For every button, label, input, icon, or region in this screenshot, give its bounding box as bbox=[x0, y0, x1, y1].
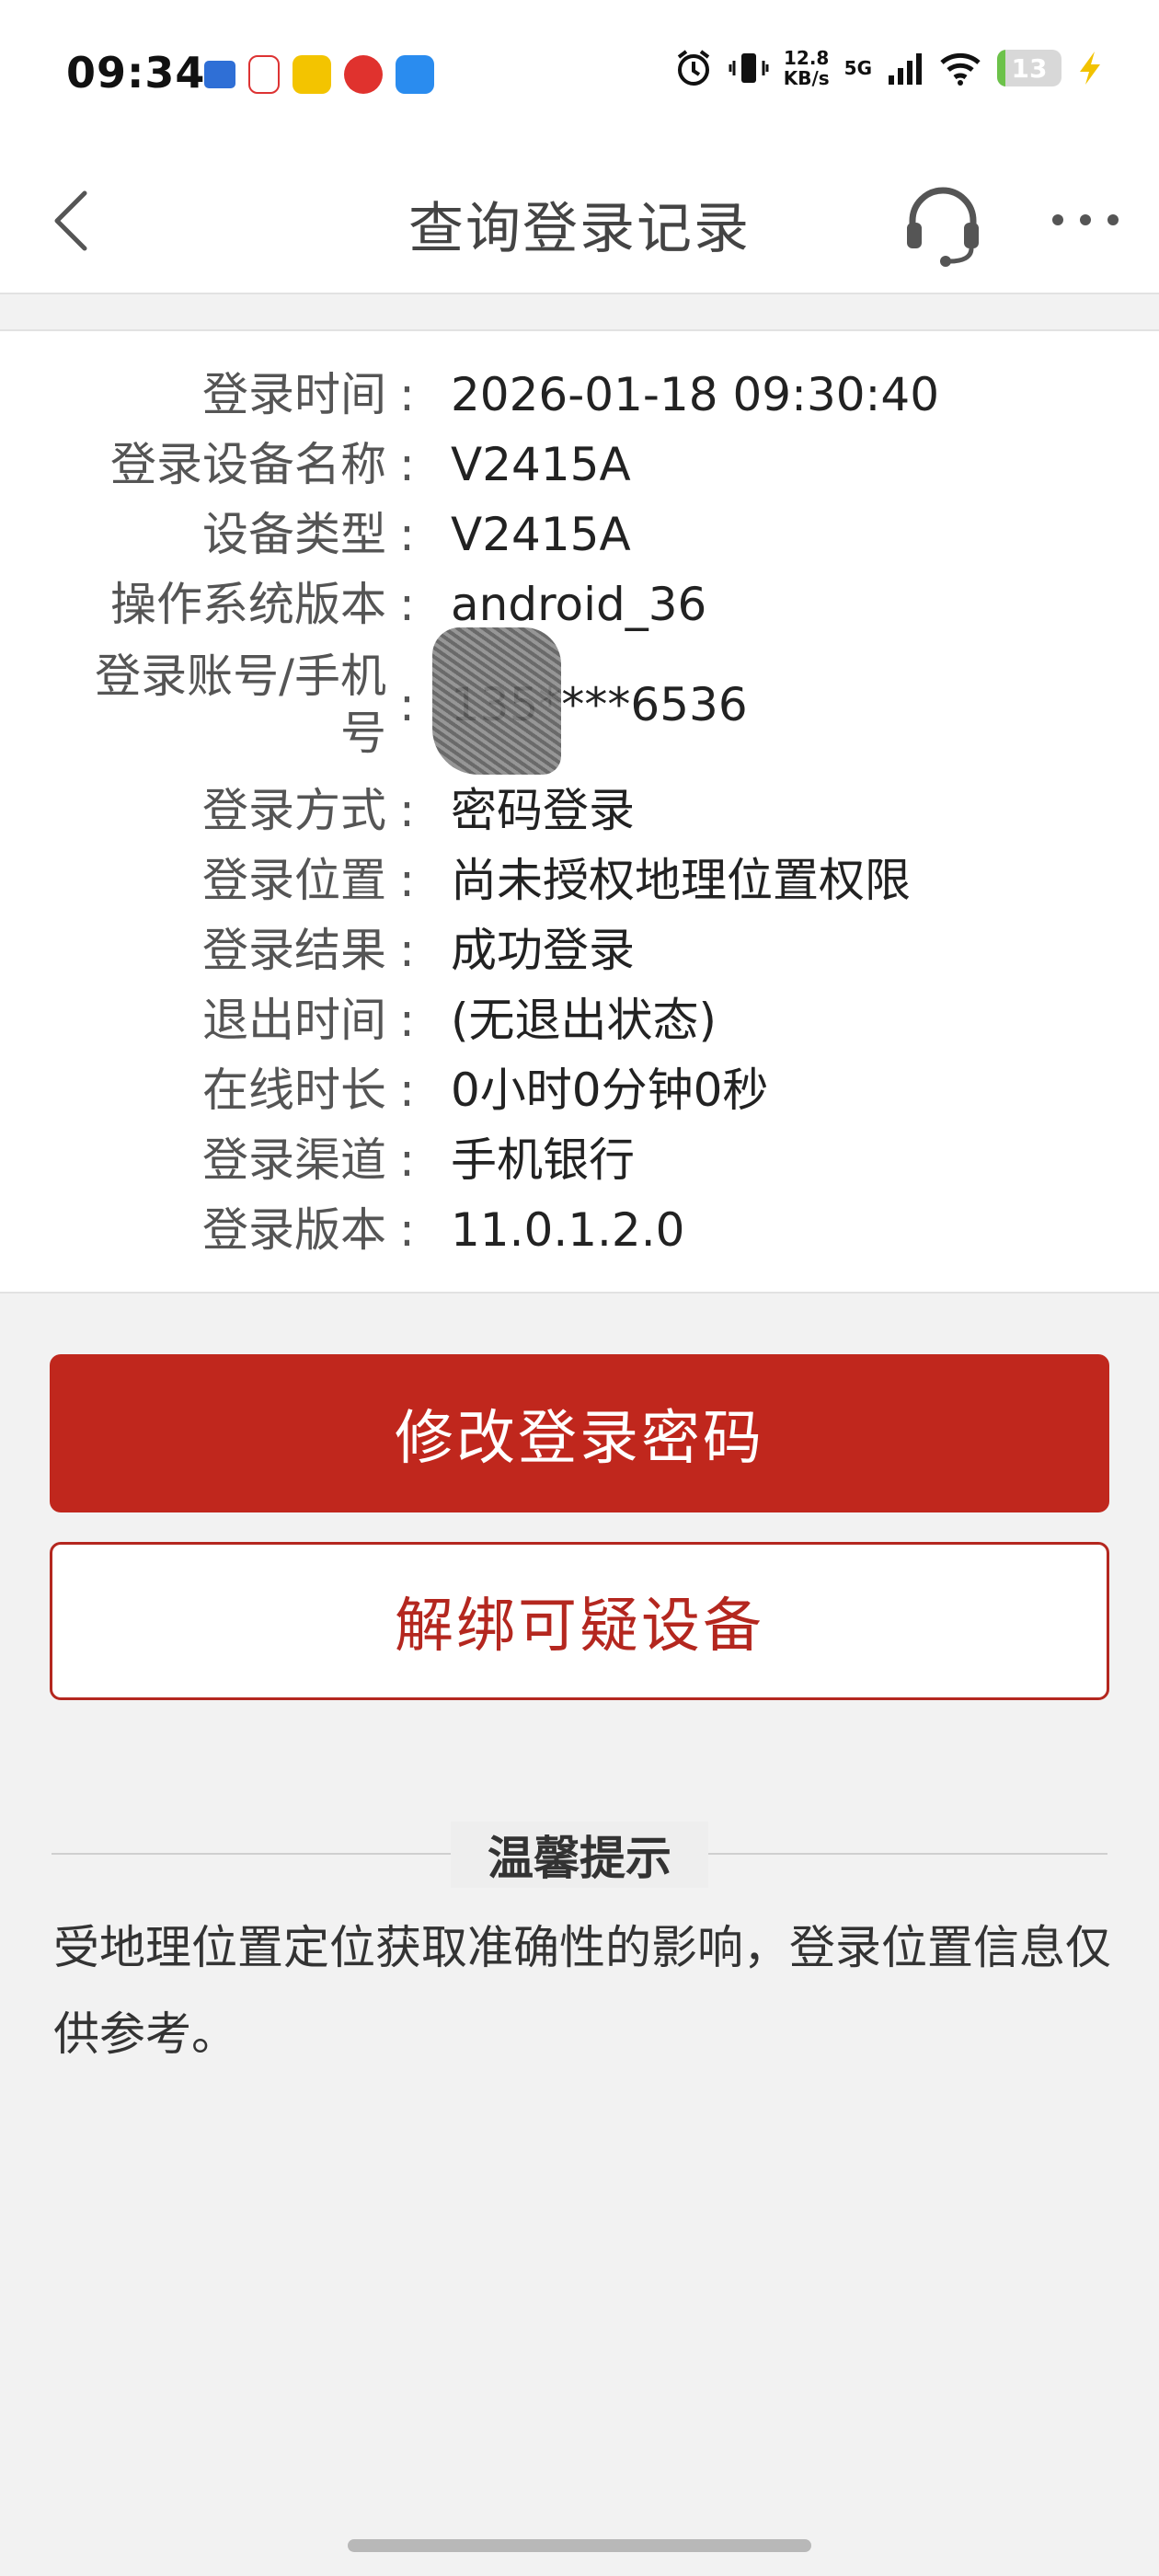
info-label: 登录方式 bbox=[202, 784, 386, 837]
unbind-device-button[interactable]: 解绑可疑设备 bbox=[50, 1542, 1109, 1700]
info-row-device-type: 设备类型 : V2415A bbox=[0, 506, 1159, 563]
info-row-login-version: 登录版本 : 11.0.1.2.0 bbox=[0, 1202, 1159, 1259]
info-colon: : bbox=[399, 508, 415, 561]
info-value: 密码登录 bbox=[451, 784, 635, 837]
info-value: 成功登录 bbox=[451, 924, 635, 977]
info-value: 手机银行 bbox=[451, 1133, 635, 1187]
info-row-online-duration: 在线时长 : 0小时0分钟0秒 bbox=[0, 1062, 1159, 1119]
charging-icon bbox=[1076, 50, 1104, 86]
redaction-scribble bbox=[432, 627, 561, 775]
info-row-login-method: 登录方式 : 密码登录 bbox=[0, 782, 1159, 839]
network-type: 5G bbox=[843, 57, 872, 79]
info-label: 操作系统版本 bbox=[110, 578, 386, 631]
info-value: V2415A bbox=[451, 508, 631, 561]
battery-icon: 13 bbox=[997, 50, 1061, 86]
info-label: 登录结果 bbox=[202, 924, 386, 977]
info-colon: : bbox=[399, 784, 415, 837]
app-notification-icon bbox=[248, 55, 280, 94]
info-row-account: 登录账号/手机号 : 135****6536 bbox=[0, 648, 1159, 762]
page: 09:34 12.8 KB/s 5G 13 查询登录记录 登录时间: 2026… bbox=[0, 0, 1159, 2576]
info-value: android_36 bbox=[451, 578, 707, 631]
tip-header: 温馨提示 bbox=[52, 1822, 1107, 1888]
tip-text: 受地理位置定位获取准确性的影响，登录位置信息仅供参考。 bbox=[53, 1921, 1111, 2061]
status-time: 09:34 bbox=[66, 48, 206, 98]
info-label: 设备类型 bbox=[202, 508, 386, 561]
wifi-icon bbox=[938, 50, 982, 86]
divider bbox=[708, 1853, 1107, 1855]
info-label: 退出时间 bbox=[202, 994, 386, 1047]
info-colon: : bbox=[399, 368, 415, 421]
divider bbox=[52, 1853, 451, 1855]
headset-icon bbox=[907, 187, 979, 267]
info-value: 尚未授权地理位置权限 bbox=[451, 854, 911, 907]
info-value: 2026-01-18 09:30:40 bbox=[451, 368, 940, 421]
signal-icon bbox=[887, 50, 924, 86]
info-row-os-version: 操作系统版本 : android_36 bbox=[0, 576, 1159, 633]
info-colon: : bbox=[399, 994, 415, 1047]
info-label: 登录渠道 bbox=[202, 1133, 386, 1187]
info-colon: : bbox=[399, 1064, 415, 1117]
info-label: 登录时间 bbox=[202, 368, 386, 421]
info-colon: : bbox=[399, 924, 415, 977]
info-colon: : bbox=[399, 1133, 415, 1187]
info-row-login-result: 登录结果 : 成功登录 bbox=[0, 922, 1159, 979]
customer-service-button[interactable] bbox=[901, 180, 984, 269]
info-label: 登录设备名称 bbox=[110, 438, 386, 491]
app-notification-icon bbox=[344, 55, 383, 94]
change-password-button[interactable]: 修改登录密码 bbox=[50, 1354, 1109, 1512]
info-value: 0小时0分钟0秒 bbox=[451, 1064, 769, 1117]
info-value: 11.0.1.2.0 bbox=[451, 1203, 685, 1257]
info-colon: : bbox=[399, 1203, 415, 1257]
info-label: 登录版本 bbox=[202, 1203, 386, 1257]
more-button[interactable] bbox=[1049, 206, 1122, 234]
info-colon: : bbox=[399, 578, 415, 631]
info-row-device-name: 登录设备名称 : V2415A bbox=[0, 436, 1159, 493]
more-icon bbox=[1052, 214, 1119, 225]
status-bar: 09:34 12.8 KB/s 5G 13 bbox=[0, 0, 1159, 147]
tip-title: 温馨提示 bbox=[451, 1822, 708, 1888]
app-notification-icon bbox=[293, 55, 331, 94]
notification-icons bbox=[204, 55, 434, 94]
alarm-icon bbox=[673, 48, 714, 88]
info-row-login-time: 登录时间 : 2026-01-18 09:30:40 bbox=[0, 366, 1159, 423]
login-record-card: 登录时间 : 2026-01-18 09:30:40 登录设备名称 : V241… bbox=[0, 329, 1159, 1294]
status-indicators: 12.8 KB/s 5G 13 bbox=[673, 48, 1104, 88]
home-indicator[interactable] bbox=[348, 2539, 811, 2552]
info-label: 登录账号/手机号 bbox=[95, 650, 386, 760]
info-value: (无退出状态) bbox=[451, 994, 717, 1047]
info-row-logout-time: 退出时间 : (无退出状态) bbox=[0, 992, 1159, 1049]
page-title: 查询登录记录 bbox=[408, 197, 751, 261]
info-colon: : bbox=[399, 438, 415, 491]
info-colon: : bbox=[399, 854, 415, 907]
info-row-login-channel: 登录渠道 : 手机银行 bbox=[0, 1132, 1159, 1189]
app-notification-icon bbox=[396, 55, 434, 94]
info-label: 登录位置 bbox=[202, 854, 386, 907]
info-label: 在线时长 bbox=[202, 1064, 386, 1117]
nav-bar: 查询登录记录 bbox=[0, 147, 1159, 294]
app-notification-icon bbox=[204, 61, 235, 88]
info-row-login-location: 登录位置 : 尚未授权地理位置权限 bbox=[0, 852, 1159, 909]
network-speed: 12.8 KB/s bbox=[783, 47, 830, 89]
vibrate-icon bbox=[729, 48, 769, 88]
info-value: V2415A bbox=[451, 438, 631, 491]
